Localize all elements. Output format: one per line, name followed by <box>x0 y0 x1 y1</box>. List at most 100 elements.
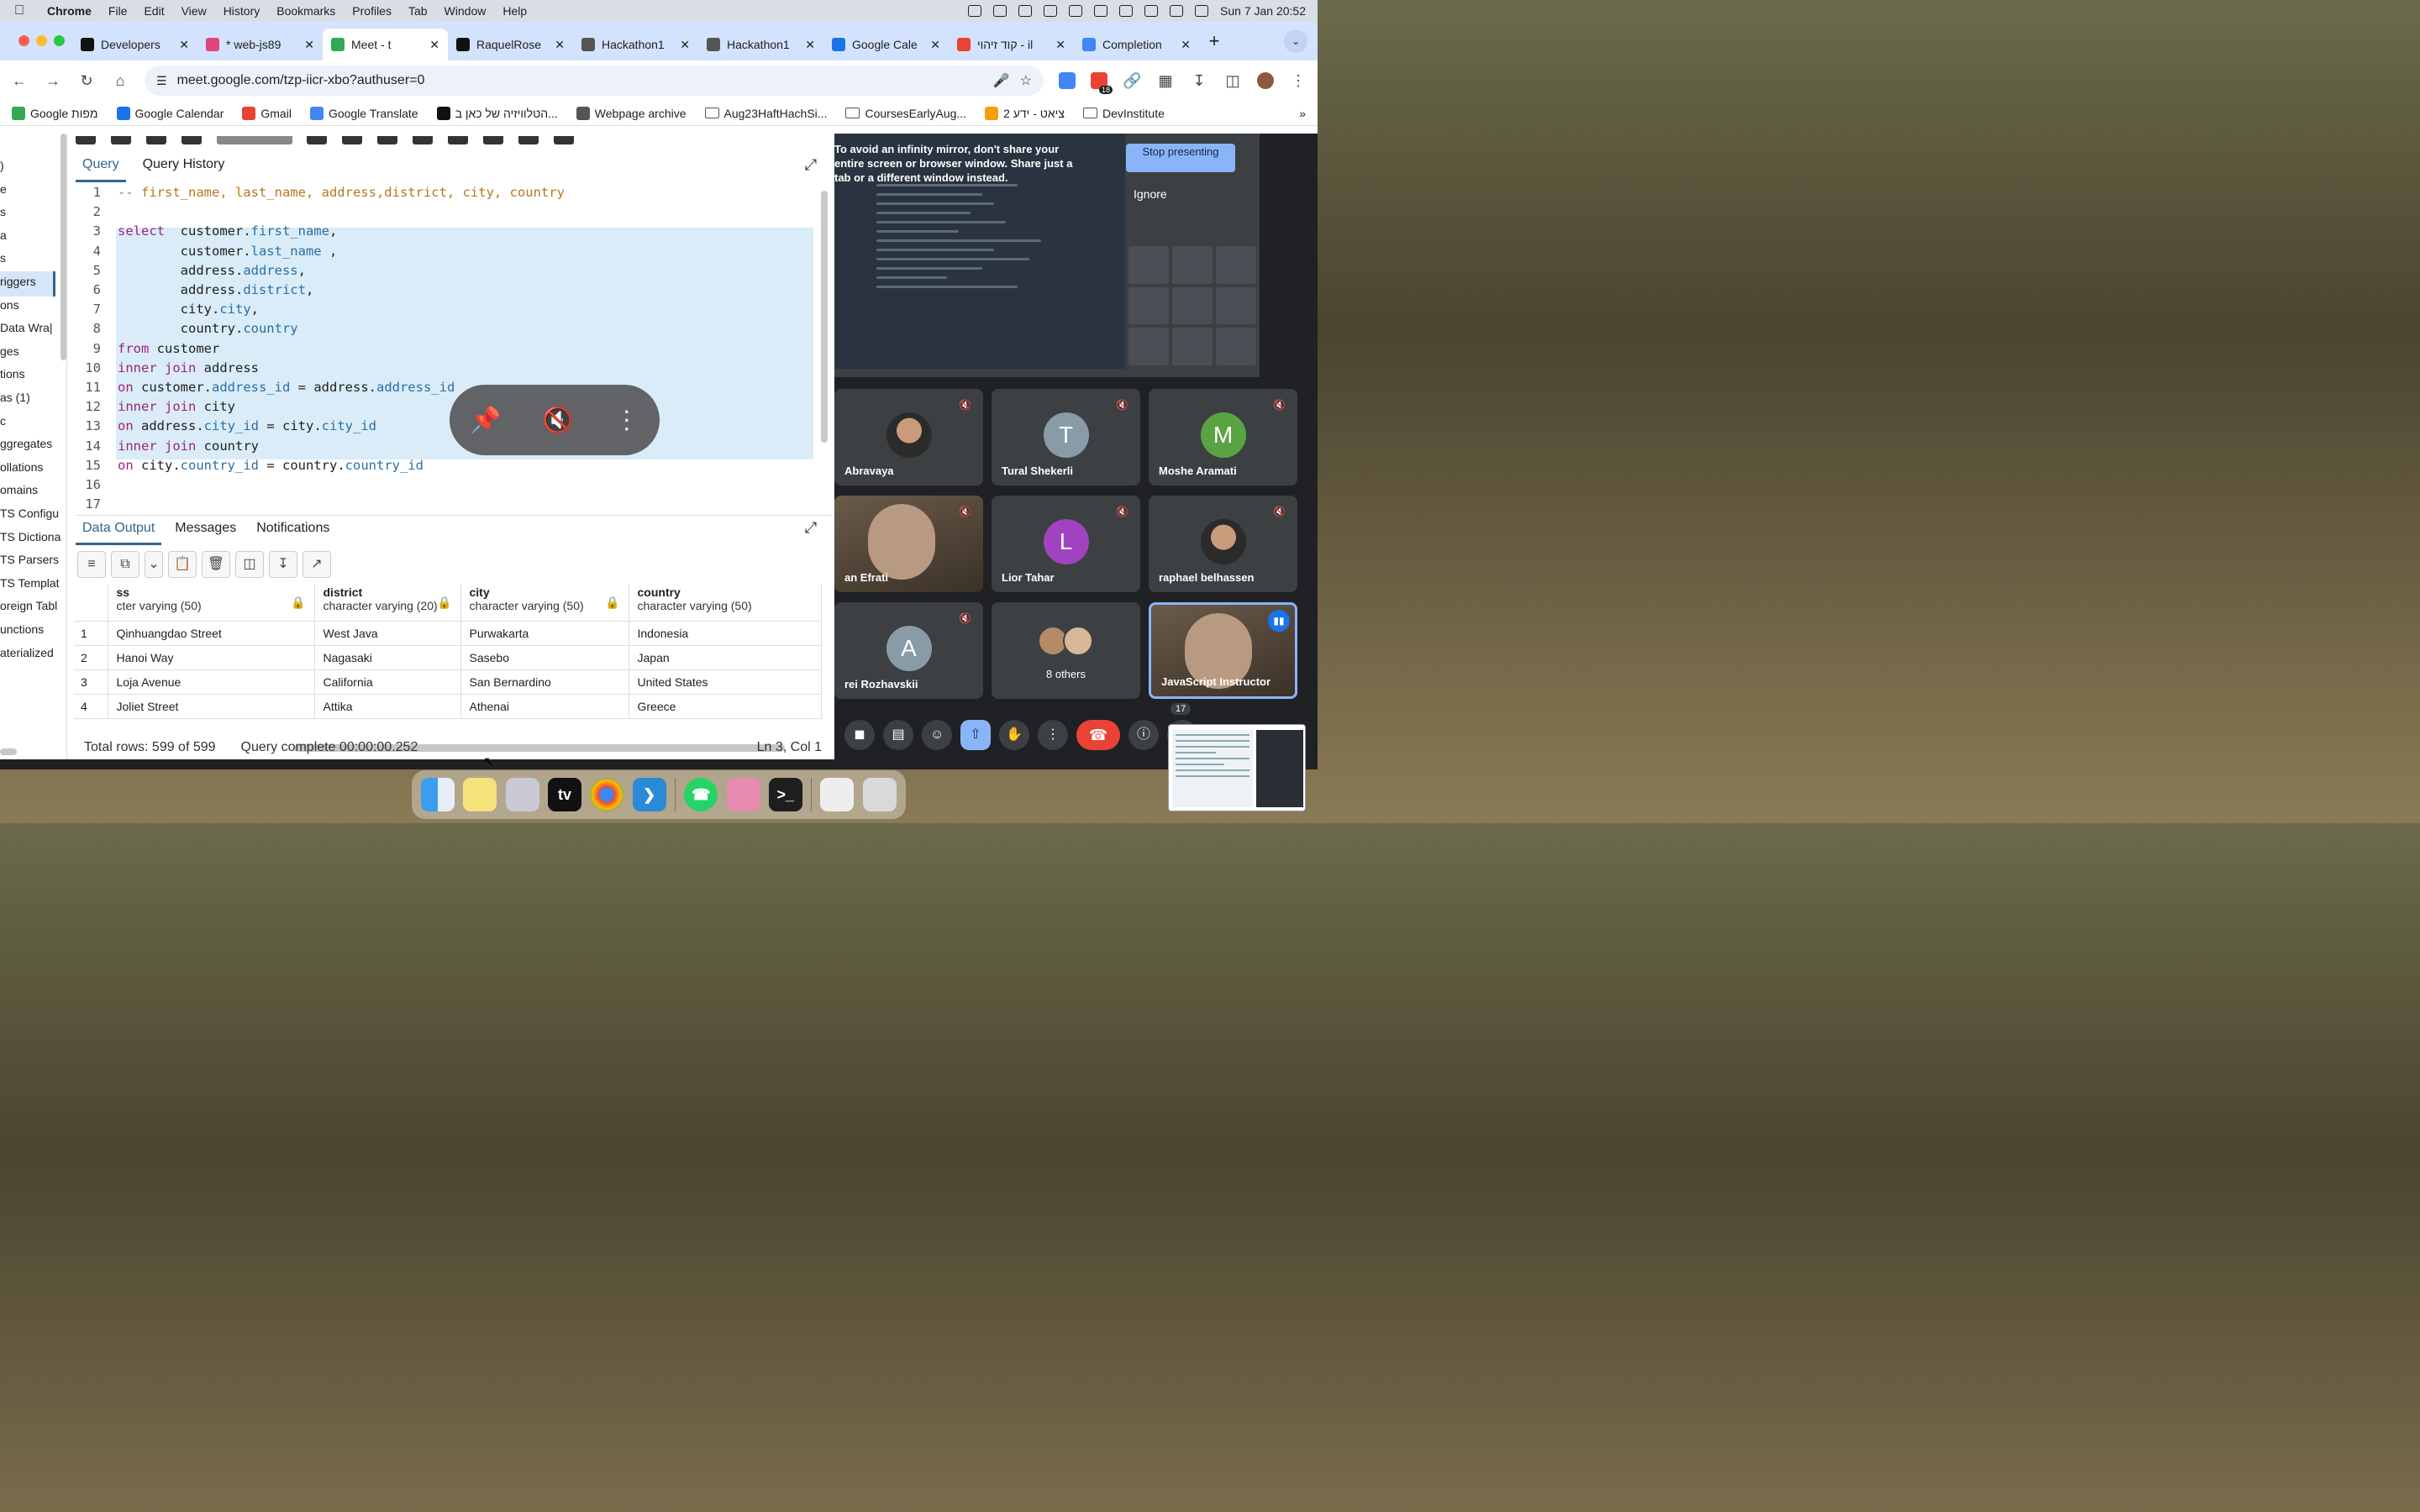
participant-tile[interactable]: L 🔇 Lior Tahar <box>992 496 1140 592</box>
minimize-window-icon[interactable] <box>36 35 47 46</box>
finder-icon[interactable] <box>421 778 455 811</box>
menubar-clock[interactable]: Sun 7 Jan 20:52 <box>1220 4 1306 18</box>
ignore-warning-button[interactable]: Ignore <box>1134 187 1167 201</box>
zoom-window-icon[interactable] <box>54 35 65 46</box>
display-icon[interactable] <box>1018 5 1033 17</box>
tab-query[interactable]: Query <box>76 152 126 182</box>
menu-file[interactable]: File <box>100 4 136 18</box>
spotlight-search-icon[interactable] <box>1170 5 1184 17</box>
wifi-icon[interactable] <box>1144 5 1159 17</box>
raise-hand-icon[interactable]: ✋ <box>999 720 1029 750</box>
forward-icon[interactable]: → <box>44 72 62 90</box>
table-cell-country[interactable]: Greece <box>629 694 822 719</box>
object-browser-item[interactable]: c <box>0 414 6 428</box>
filter-icon[interactable] <box>181 136 202 144</box>
object-browser-item[interactable]: TS Dictiona <box>0 530 60 543</box>
close-tab-icon[interactable]: ✕ <box>930 38 940 52</box>
input-source-icon[interactable] <box>1069 5 1083 17</box>
calendar-extension-icon[interactable]: 18 <box>1091 72 1113 94</box>
table-cell-district[interactable]: Nagasaki <box>314 645 461 670</box>
captions-icon[interactable]: ▤ <box>883 720 913 750</box>
table-cell-n[interactable]: 2 <box>74 645 108 670</box>
tab-search-icon[interactable]: ⌄ <box>1284 29 1307 53</box>
table-cell-n[interactable]: 3 <box>74 669 108 695</box>
screen-preview-thumbnail[interactable] <box>1168 724 1306 811</box>
table-cell-n[interactable]: 1 <box>74 621 108 646</box>
object-browser-item[interactable]: aterialized <box>0 646 54 659</box>
creative-cloud-icon[interactable] <box>968 5 982 17</box>
object-browser-item[interactable]: tions <box>0 367 25 381</box>
download-icon[interactable]: ↧ <box>269 551 297 578</box>
close-window-icon[interactable] <box>18 35 29 46</box>
browser-tab[interactable]: Hackathon1 ✕ <box>698 29 823 60</box>
table-cell-city[interactable]: Athenai <box>460 694 629 719</box>
reload-icon[interactable]: ↻ <box>77 72 96 90</box>
control-center-icon[interactable] <box>1195 5 1209 17</box>
camera-off-icon[interactable]: ◼ <box>844 720 875 750</box>
apple-tv-icon[interactable]: tv <box>548 778 582 811</box>
back-icon[interactable]: ← <box>10 72 29 90</box>
object-browser-item[interactable]: riggers <box>0 275 36 288</box>
apple-menu-icon[interactable]:  <box>0 3 39 18</box>
object-browser-item[interactable]: ggregates <box>0 437 52 450</box>
bookmark-item[interactable]: Webpage archive <box>576 106 687 120</box>
menu-view[interactable]: View <box>173 4 215 18</box>
help-icon[interactable] <box>553 136 574 144</box>
column-header-address[interactable]: ss cter varying (50) 🔒 <box>108 584 315 622</box>
participant-tile[interactable]: 🔇 an Efrati <box>834 496 983 592</box>
bookmark-item[interactable]: הטלוויזיה של כאן ב... <box>436 106 558 120</box>
object-browser-item[interactable]: omains <box>0 483 38 496</box>
close-tab-icon[interactable]: ✕ <box>680 38 690 52</box>
close-tab-icon[interactable]: ✕ <box>1055 38 1065 52</box>
graph-visualiser-icon[interactable]: ↗ <box>302 551 331 578</box>
meeting-details-icon[interactable]: ⓘ <box>1128 720 1159 750</box>
bookmark-item[interactable]: Gmail <box>242 106 292 120</box>
open-file-icon[interactable] <box>76 136 96 144</box>
address-bar[interactable]: ☰ meet.google.com/tzp-iicr-xbo?authuser=… <box>145 66 1044 96</box>
new-tab-button[interactable]: + <box>1199 30 1229 52</box>
table-cell-address[interactable]: Hanoi Way <box>108 645 315 670</box>
object-browser-hscrollbar[interactable] <box>0 748 17 755</box>
explain-icon[interactable] <box>377 136 398 144</box>
mute-presentation-audio-icon[interactable]: 🔇 <box>542 406 573 435</box>
maximize-output-icon[interactable]: ⤢ <box>803 520 818 535</box>
chrome-icon[interactable] <box>590 778 624 811</box>
browser-tab[interactable]: Completion ✕ <box>1074 29 1199 60</box>
close-tab-icon[interactable]: ✕ <box>805 38 815 52</box>
table-cell-district[interactable]: California <box>314 669 461 695</box>
bookmark-item[interactable]: Google מפות <box>12 106 98 120</box>
microphone-icon[interactable]: 🎤 <box>993 72 1010 89</box>
tab-data-output[interactable]: Data Output <box>76 516 162 545</box>
tab-notifications[interactable]: Notifications <box>250 516 336 545</box>
table-row[interactable]: 4 Joliet Street Attika Athenai Greece <box>74 694 822 719</box>
extensions-puzzle-icon[interactable]: ▦ <box>1156 72 1175 90</box>
launchpad-icon[interactable] <box>505 778 539 811</box>
table-cell-district[interactable]: West Java <box>314 621 461 646</box>
browser-tab[interactable]: * web-js89 ✕ <box>197 29 323 60</box>
bookmark-folder[interactable]: DevInstitute <box>1082 107 1165 120</box>
trash-icon[interactable] <box>862 778 897 811</box>
limit-dropdown[interactable] <box>216 136 292 144</box>
object-browser-item[interactable]: unctions <box>0 622 44 636</box>
table-cell-district[interactable]: Attika <box>314 694 461 719</box>
menu-edit[interactable]: Edit <box>135 4 172 18</box>
menu-bookmarks[interactable]: Bookmarks <box>268 4 344 18</box>
participant-tile[interactable]: 🔇 raphael belhassen <box>1149 496 1297 592</box>
participant-tile[interactable]: M 🔇 Moshe Aramati <box>1149 389 1297 486</box>
tab-query-history[interactable]: Query History <box>136 152 232 182</box>
object-browser-item[interactable]: ) <box>0 159 4 172</box>
menu-history[interactable]: History <box>215 4 269 18</box>
stop-presenting-button[interactable]: Stop presenting <box>1126 144 1235 172</box>
delete-icon[interactable]: 🗑 <box>202 551 230 578</box>
rollback-icon[interactable] <box>482 136 503 144</box>
headphones-icon[interactable] <box>1044 5 1058 17</box>
browser-tab[interactable]: Meet - t ✕ <box>323 29 448 60</box>
explain-analyze-icon[interactable] <box>413 136 434 144</box>
participant-tile[interactable]: A 🔇 rei Rozhavskii <box>834 602 983 699</box>
menu-profiles[interactable]: Profiles <box>344 4 400 18</box>
menu-window[interactable]: Window <box>436 4 495 18</box>
more-options-call-icon[interactable]: ⋮ <box>1038 720 1068 750</box>
editor-scrollbar[interactable] <box>821 191 828 443</box>
nvidia-icon[interactable] <box>993 5 1007 17</box>
more-options-icon[interactable]: ⋮ <box>614 406 639 435</box>
